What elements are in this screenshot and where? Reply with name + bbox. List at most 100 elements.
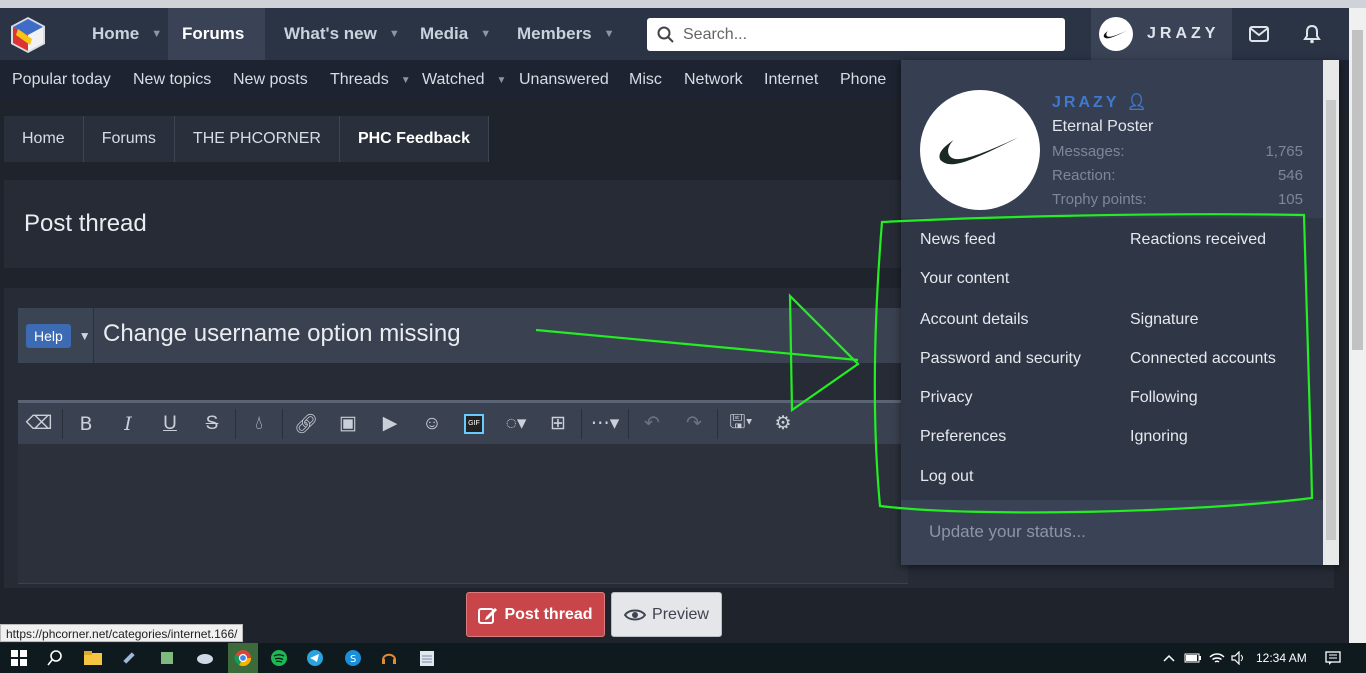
volume-icon[interactable]	[1228, 647, 1250, 669]
subnav-misc[interactable]: Misc	[629, 60, 662, 100]
menu-your-content[interactable]: Your content	[920, 270, 1009, 288]
spoiler-icon[interactable]: ◌▾	[495, 404, 537, 444]
site-logo-icon[interactable]	[8, 15, 48, 55]
stat-trophy-points: Trophy points: 105	[1052, 191, 1303, 208]
subnav-watched[interactable]: Watched ▼	[422, 60, 506, 100]
stat-value: 105	[1277, 191, 1303, 208]
menu-reactions-received[interactable]: Reactions received	[1130, 231, 1266, 249]
menu-connected-accounts[interactable]: Connected accounts	[1130, 350, 1276, 368]
menu-news-feed[interactable]: News feed	[920, 231, 996, 249]
inbox-icon[interactable]	[1246, 21, 1272, 47]
menu-ignoring[interactable]: Ignoring	[1130, 428, 1188, 446]
menu-password-security[interactable]: Password and security	[920, 350, 1081, 368]
subnav-threads[interactable]: Threads ▼	[330, 60, 411, 100]
drafts-icon[interactable]: 🖫︎▾	[720, 404, 762, 444]
chevron-down-icon[interactable]: ▼	[480, 28, 491, 40]
text-color-icon[interactable]: 💧︎	[238, 404, 280, 444]
subnav-popular-today[interactable]: Popular today	[12, 60, 111, 100]
file-explorer-icon[interactable]	[82, 647, 104, 669]
link-icon[interactable]: 🔗︎	[285, 404, 327, 444]
video-icon[interactable]: ▶	[369, 404, 411, 444]
nav-forums-label: Forums	[182, 24, 245, 43]
chevron-down-icon[interactable]: ▼	[604, 28, 615, 40]
menu-account-details[interactable]: Account details	[920, 311, 1029, 329]
wifi-icon[interactable]	[1206, 647, 1228, 669]
scrollbar-thumb[interactable]	[1326, 100, 1336, 540]
nav-whats-new[interactable]: What's new ▼	[270, 8, 414, 60]
subnav-phone[interactable]: Phone	[840, 60, 886, 100]
more-options-icon[interactable]: ⋯▾	[584, 404, 626, 444]
subnav-network[interactable]: Network	[684, 60, 743, 100]
nav-members[interactable]: Members ▼	[503, 8, 629, 60]
eraser-icon[interactable]: ⌫	[18, 404, 60, 444]
breadcrumb-phc-feedback[interactable]: PHC Feedback	[339, 116, 489, 162]
preview-button[interactable]: Preview	[611, 592, 722, 637]
headset-app-icon[interactable]	[378, 647, 400, 669]
subnav-internet[interactable]: Internet	[764, 60, 818, 100]
spotify-icon[interactable]	[268, 647, 290, 669]
status-update-input[interactable]	[929, 522, 1309, 542]
chevron-down-icon[interactable]: ▼	[389, 28, 400, 40]
chevron-down-icon[interactable]: ▼	[79, 329, 91, 343]
scrollbar-thumb[interactable]	[1352, 30, 1363, 350]
avatar[interactable]	[920, 90, 1040, 210]
subnav-new-topics[interactable]: New topics	[133, 60, 211, 100]
italic-icon[interactable]: I	[107, 404, 149, 444]
cloud-app-icon[interactable]	[194, 647, 216, 669]
chevron-up-icon[interactable]	[1158, 647, 1180, 669]
search-box[interactable]	[647, 18, 1065, 51]
bold-icon[interactable]: B	[65, 404, 107, 444]
breadcrumb-home[interactable]: Home	[4, 116, 84, 162]
page-title: Post thread	[24, 210, 147, 237]
chevron-down-icon[interactable]: ▼	[401, 75, 411, 86]
preview-label: Preview	[652, 605, 709, 623]
menu-privacy[interactable]: Privacy	[920, 389, 972, 407]
search-icon[interactable]	[44, 647, 66, 669]
page-scrollbar[interactable]	[1349, 8, 1366, 643]
menu-following[interactable]: Following	[1130, 389, 1198, 407]
thread-title-input[interactable]	[103, 320, 893, 348]
strikethrough-icon[interactable]: S	[191, 404, 233, 444]
search-input[interactable]	[683, 25, 1043, 44]
menu-preferences[interactable]: Preferences	[920, 428, 1006, 446]
subnav-unanswered[interactable]: Unanswered	[519, 60, 609, 100]
giphy-icon[interactable]: GIF	[453, 404, 495, 444]
menu-scrollbar[interactable]	[1323, 60, 1339, 565]
account-menu-username[interactable]: JRAZY 👤︎	[1052, 92, 1147, 112]
notifications-icon[interactable]	[1322, 647, 1344, 669]
gear-icon[interactable]: ⚙	[762, 404, 804, 444]
notepad-icon[interactable]	[416, 647, 438, 669]
clock[interactable]: 12:34 AM	[1256, 651, 1307, 665]
chevron-down-icon[interactable]: ▼	[497, 75, 507, 86]
post-thread-button[interactable]: Post thread	[466, 592, 605, 637]
redo-icon[interactable]: ↷	[673, 404, 715, 444]
table-icon[interactable]: ⊞	[537, 404, 579, 444]
windows-start-icon[interactable]	[8, 647, 30, 669]
bell-icon[interactable]	[1299, 21, 1325, 47]
prefix-select[interactable]: Help ▼	[18, 308, 94, 363]
breadcrumb-phcorner[interactable]: THE PHCORNER	[174, 116, 340, 162]
telegram-icon[interactable]	[304, 647, 326, 669]
tool-app-icon[interactable]	[118, 647, 140, 669]
chevron-down-icon[interactable]: ▼	[151, 28, 162, 40]
subnav-label: Phone	[840, 71, 887, 88]
underline-icon[interactable]: U	[149, 404, 191, 444]
menu-log-out[interactable]: Log out	[920, 468, 973, 486]
account-button[interactable]: JRAZY	[1091, 8, 1232, 60]
user-title: Eternal Poster	[1052, 118, 1154, 135]
menu-signature[interactable]: Signature	[1130, 311, 1199, 329]
paint-app-icon[interactable]	[156, 647, 178, 669]
nav-forums[interactable]: Forums	[168, 8, 265, 60]
nav-media[interactable]: Media ▼	[406, 8, 505, 60]
subnav-new-posts[interactable]: New posts	[233, 60, 308, 100]
toolbar-divider	[62, 408, 63, 439]
skype-icon[interactable]: S	[342, 647, 364, 669]
breadcrumb-forums[interactable]: Forums	[83, 116, 175, 162]
nav-home[interactable]: Home ▼	[78, 8, 176, 60]
chrome-icon[interactable]	[228, 643, 258, 673]
emoji-icon[interactable]: ☺	[411, 404, 453, 444]
image-icon[interactable]: ▣	[327, 404, 369, 444]
undo-icon[interactable]: ↶	[631, 404, 673, 444]
message-editor[interactable]	[18, 444, 908, 584]
battery-icon[interactable]	[1182, 647, 1204, 669]
